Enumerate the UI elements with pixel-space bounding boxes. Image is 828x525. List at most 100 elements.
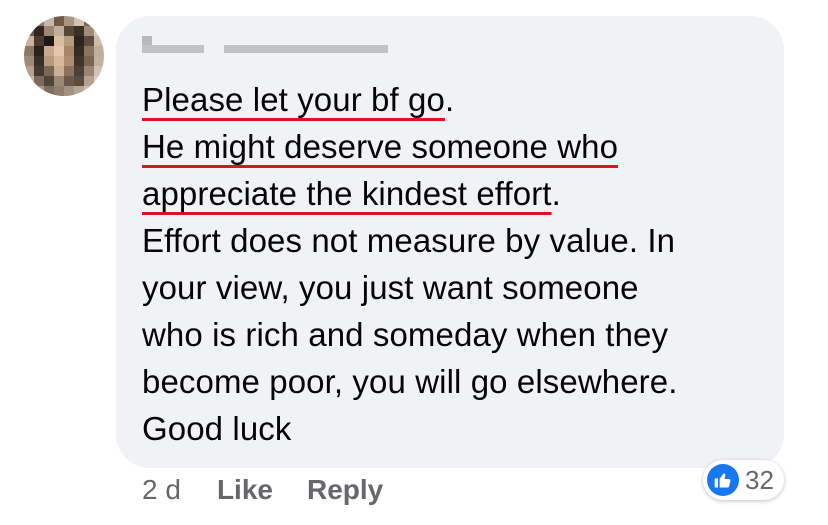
avatar-pixel	[74, 76, 84, 86]
name-pixel	[142, 53, 153, 62]
avatar-pixel	[24, 46, 34, 56]
avatar-pixel	[94, 36, 104, 46]
name-pixel	[275, 53, 286, 62]
avatar-pixel	[54, 46, 64, 56]
avatar-pixel	[64, 66, 74, 76]
name-pixel	[347, 44, 358, 54]
comment-text: Please let your bf go. He might deserve …	[142, 76, 772, 452]
name-pixel	[275, 36, 286, 45]
name-pixel	[172, 36, 183, 45]
avatar-pixel	[84, 16, 94, 26]
avatar-pixel	[44, 46, 54, 56]
avatar-pixel	[44, 36, 54, 46]
name-pixel	[254, 53, 265, 62]
avatar-pixel	[24, 16, 34, 26]
name-pixel	[234, 53, 245, 62]
name-pixel	[265, 53, 276, 62]
comment-line: He might deserve someone who	[142, 123, 772, 170]
name-pixel	[162, 44, 173, 54]
avatar-pixel	[54, 56, 64, 66]
avatar-pixel	[94, 46, 104, 56]
avatar-pixel	[74, 66, 84, 76]
name-pixel	[377, 36, 388, 45]
name-pixel	[336, 44, 347, 54]
avatar-pixel	[34, 46, 44, 56]
name-pixel	[183, 44, 194, 54]
avatar-pixel	[34, 86, 44, 96]
name-pixel	[295, 44, 306, 54]
name-pixel	[295, 53, 306, 62]
avatar-pixel	[84, 46, 94, 56]
avatar-pixel	[54, 66, 64, 76]
avatar-pixel	[94, 16, 104, 26]
name-pixel	[152, 53, 163, 62]
avatar-pixel	[64, 16, 74, 26]
name-pixel	[142, 36, 153, 45]
reply-button[interactable]: Reply	[307, 474, 383, 506]
comment-actions: 2 d Like Reply	[142, 474, 417, 506]
name-pixel	[377, 53, 388, 62]
name-pixel	[347, 36, 358, 45]
avatar-pixel	[74, 46, 84, 56]
name-pixel	[142, 44, 153, 54]
name-pixel	[316, 36, 327, 45]
name-pixel	[275, 44, 286, 54]
avatar-pixel	[24, 26, 34, 36]
underlined-text: He might deserve someone who	[142, 128, 619, 165]
name-pixel	[306, 53, 317, 62]
avatar-pixel	[44, 66, 54, 76]
name-pixel	[265, 36, 276, 45]
name-pixel	[224, 53, 235, 62]
name-pixel	[183, 36, 194, 45]
avatar-pixel	[44, 16, 54, 26]
name-pixel	[244, 44, 255, 54]
name-pixel	[306, 44, 317, 54]
avatar-pixel	[84, 76, 94, 86]
avatar-pixel	[24, 86, 34, 96]
name-pixel	[162, 53, 173, 62]
name-pixel	[152, 44, 163, 54]
comment-punctuation: .	[444, 81, 455, 118]
avatar-pixel	[24, 76, 34, 86]
name-pixel	[162, 36, 173, 45]
comment-line: who is rich and someday when they	[142, 316, 669, 353]
name-pixel	[193, 53, 204, 62]
name-pixel	[254, 36, 265, 45]
name-pixel	[265, 44, 276, 54]
avatar-pixel	[94, 66, 104, 76]
avatar-pixel	[84, 36, 94, 46]
avatar-pixel	[44, 56, 54, 66]
avatar[interactable]	[24, 16, 104, 96]
comment-line: your view, you just want someone	[142, 269, 639, 306]
reaction-summary[interactable]: 32	[703, 460, 784, 500]
name-pixel	[306, 36, 317, 45]
comment-line: Effort does not measure by value. In	[142, 222, 676, 259]
name-pixel	[367, 53, 378, 62]
name-pixel	[357, 36, 368, 45]
like-button[interactable]: Like	[217, 474, 273, 506]
comment-line: appreciate the kindest effort.	[142, 170, 772, 217]
timestamp[interactable]: 2 d	[142, 474, 181, 506]
name-pixel	[377, 44, 388, 54]
name-pixel	[326, 44, 337, 54]
name-pixel	[316, 44, 327, 54]
name-pixel	[213, 44, 224, 54]
name-pixel	[172, 53, 183, 62]
name-pixel	[285, 44, 296, 54]
name-pixel	[367, 44, 378, 54]
avatar-pixel	[74, 86, 84, 96]
avatar-pixel	[74, 26, 84, 36]
name-pixel	[326, 53, 337, 62]
comment-line: become poor, you will go elsewhere.	[142, 363, 678, 400]
avatar-pixel	[34, 76, 44, 86]
avatar-pixel	[94, 76, 104, 86]
avatar-pixel	[94, 26, 104, 36]
name-pixel	[326, 36, 337, 45]
name-pixel	[347, 53, 358, 62]
avatar-pixel	[54, 76, 64, 86]
name-pixel	[203, 44, 214, 54]
name-pixel	[336, 53, 347, 62]
name-pixel	[213, 36, 224, 45]
author-name-blurred[interactable]	[142, 36, 388, 62]
avatar-pixel	[54, 36, 64, 46]
